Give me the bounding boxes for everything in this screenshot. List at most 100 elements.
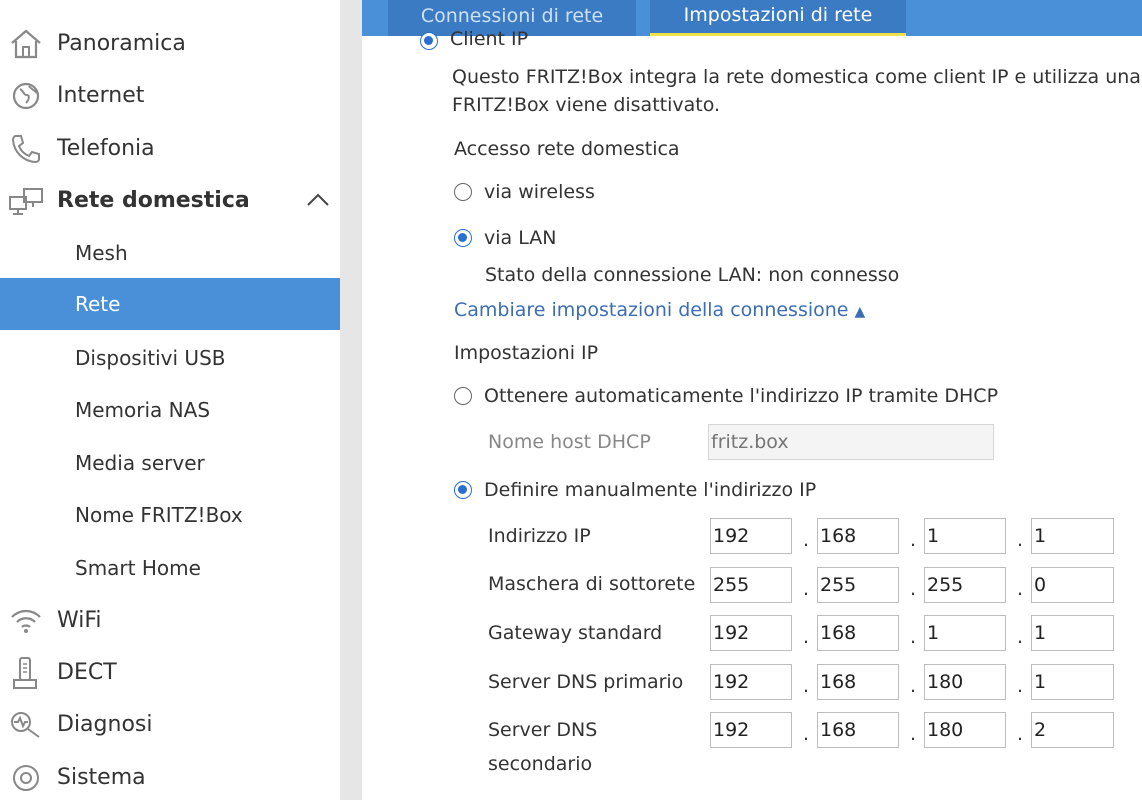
sidebar-subitem-label: Smart Home — [75, 556, 201, 580]
sidebar-item-telefonia[interactable]: Telefonia — [0, 122, 340, 174]
sidebar-subitem-smart-home[interactable]: Smart Home — [0, 542, 340, 594]
sidebar-item-diagnosi[interactable]: Diagnosi — [0, 698, 340, 750]
dect-phone-icon — [8, 656, 44, 690]
sidebar-item-label: Panoramica — [57, 30, 186, 56]
sidebar-subitem-label: Rete — [75, 292, 121, 316]
phone-icon — [8, 132, 44, 166]
sidebar-item-rete-domestica[interactable]: Rete domestica — [0, 174, 340, 226]
sidebar-item-label: Telefonia — [57, 135, 155, 161]
dns-secondary-octet-2[interactable] — [817, 712, 899, 748]
network-icon — [8, 184, 44, 218]
tab-impostazioni-di-rete[interactable]: Impostazioni di rete — [650, 0, 906, 36]
sidebar-subitem-label: Memoria NAS — [75, 398, 211, 422]
octet-separator: . — [803, 723, 810, 745]
sidebar-item-label: DECT — [57, 659, 117, 685]
sidebar-subitem-media-server[interactable]: Media server — [0, 437, 340, 489]
via-lan-label: via LAN — [484, 227, 557, 249]
octet-separator: . — [910, 675, 917, 697]
subnet-mask-label: Maschera di sottorete — [488, 573, 696, 595]
ip-address-octet-4[interactable] — [1031, 518, 1114, 554]
triangle-up-icon: ▲ — [854, 304, 866, 320]
dhcp-hostname-input[interactable] — [708, 424, 994, 460]
ip-address-octet-1[interactable] — [710, 518, 792, 554]
sidebar-item-label: Diagnosi — [57, 711, 153, 737]
dns-secondary-label: secondario — [488, 753, 593, 775]
dhcp-radio[interactable] — [454, 387, 472, 405]
dns-primary-octet-2[interactable] — [817, 664, 899, 700]
dns-primary-label: Server DNS primario — [488, 671, 684, 693]
main-content: Connessioni di rete Impostazioni di rete… — [362, 0, 1142, 800]
description-text: Questo FRITZ!Box integra la rete domesti… — [452, 66, 1142, 88]
subnet-mask-octet-1[interactable] — [710, 567, 792, 603]
client-ip-label: Client IP — [450, 28, 529, 50]
via-wireless-radio[interactable] — [454, 183, 472, 201]
sidebar-subitem-rete[interactable]: Rete — [0, 278, 340, 330]
via-lan-radio[interactable] — [454, 229, 472, 247]
subnet-mask-octet-4[interactable] — [1031, 567, 1114, 603]
sidebar-subitem-label: Nome FRITZ!Box — [75, 503, 243, 527]
sidebar-item-label: Rete domestica — [57, 187, 250, 213]
sidebar: Panoramica Internet Telefonia Rete domes… — [0, 0, 340, 800]
diagnosis-icon — [8, 708, 44, 742]
manual-option-label: Definire manualmente l'indirizzo IP — [484, 479, 817, 501]
gateway-octet-2[interactable] — [817, 615, 899, 651]
octet-separator: . — [910, 723, 917, 745]
change-settings-link-label: Cambiare impostazioni della connessione — [454, 299, 849, 321]
gateway-octet-4[interactable] — [1031, 615, 1114, 651]
dns-secondary-octet-4[interactable] — [1031, 712, 1114, 748]
ip-address-label: Indirizzo IP — [488, 525, 591, 547]
octet-separator: . — [910, 578, 917, 600]
client-ip-radio[interactable] — [420, 32, 438, 50]
chevron-up-icon[interactable] — [306, 190, 330, 210]
subnet-mask-octet-2[interactable] — [817, 567, 899, 603]
ip-address-octet-3[interactable] — [924, 518, 1006, 554]
gateway-octet-1[interactable] — [710, 615, 792, 651]
dns-secondary-label: Server DNS — [488, 719, 598, 741]
via-wireless-label: via wireless — [484, 181, 595, 203]
change-settings-link[interactable]: Cambiare impostazioni della connessione … — [454, 299, 865, 321]
octet-separator: . — [1017, 578, 1024, 600]
octet-separator: . — [803, 675, 810, 697]
sidebar-subitem-label: Dispositivi USB — [75, 346, 226, 370]
lan-status-text: Stato della connessione LAN: non conness… — [485, 264, 900, 286]
ip-address-octet-2[interactable] — [817, 518, 899, 554]
gateway-octet-3[interactable] — [924, 615, 1006, 651]
access-heading: Accesso rete domestica — [454, 138, 680, 160]
sidebar-item-sistema[interactable]: Sistema — [0, 751, 340, 800]
dns-primary-octet-4[interactable] — [1031, 664, 1114, 700]
dns-primary-octet-3[interactable] — [924, 664, 1006, 700]
system-icon — [8, 761, 44, 795]
home-icon — [8, 27, 44, 61]
sidebar-subitem-dispositivi-usb[interactable]: Dispositivi USB — [0, 332, 340, 384]
octet-separator: . — [1017, 529, 1024, 551]
sidebar-subitem-mesh[interactable]: Mesh — [0, 227, 340, 279]
dns-secondary-octet-3[interactable] — [924, 712, 1006, 748]
sidebar-item-label: Internet — [57, 82, 145, 108]
dhcp-option-label: Ottenere automaticamente l'indirizzo IP … — [484, 385, 999, 407]
subnet-mask-octet-3[interactable] — [924, 567, 1006, 603]
octet-separator: . — [910, 529, 917, 551]
octet-separator: . — [803, 578, 810, 600]
octet-separator: . — [803, 626, 810, 648]
sidebar-item-internet[interactable]: Internet — [0, 69, 340, 121]
ip-settings-heading: Impostazioni IP — [454, 342, 599, 364]
sidebar-subitem-nome-fritzbox[interactable]: Nome FRITZ!Box — [0, 489, 340, 541]
gateway-label: Gateway standard — [488, 622, 663, 644]
sidebar-item-wifi[interactable]: WiFi — [0, 594, 340, 646]
globe-icon — [8, 79, 44, 113]
dns-secondary-octet-1[interactable] — [710, 712, 792, 748]
sidebar-item-label: WiFi — [57, 607, 102, 633]
manual-ip-radio[interactable] — [454, 481, 472, 499]
description-text: FRITZ!Box viene disattivato. — [452, 94, 721, 116]
octet-separator: . — [1017, 675, 1024, 697]
sidebar-subitem-label: Mesh — [75, 241, 128, 265]
sidebar-item-label: Sistema — [57, 764, 146, 790]
sidebar-item-dect[interactable]: DECT — [0, 646, 340, 698]
octet-separator: . — [1017, 723, 1024, 745]
wifi-icon — [8, 604, 44, 638]
sidebar-subitem-memoria-nas[interactable]: Memoria NAS — [0, 384, 340, 436]
octet-separator: . — [910, 626, 917, 648]
sidebar-item-panoramica[interactable]: Panoramica — [0, 17, 340, 69]
octet-separator: . — [803, 529, 810, 551]
dns-primary-octet-1[interactable] — [710, 664, 792, 700]
